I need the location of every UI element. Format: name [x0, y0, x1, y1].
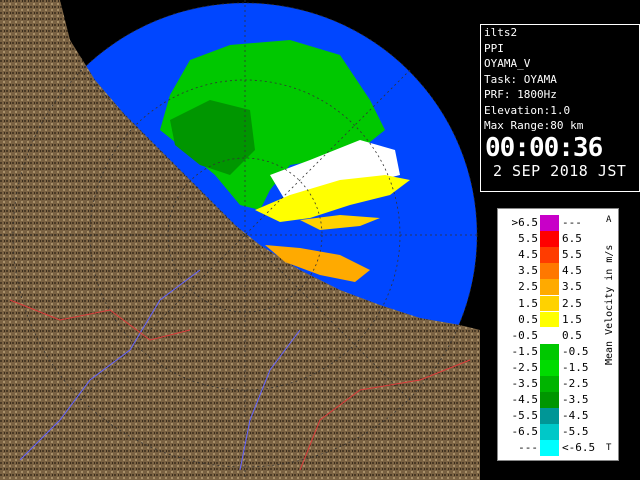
legend-row: 0.5 1.5: [498, 311, 618, 328]
legend-low-value: 2.5: [518, 280, 538, 294]
prf-label: PRF: 1800Hz: [484, 88, 557, 101]
legend-low-value: -6.5: [511, 425, 539, 439]
legend-color-swatch: [540, 311, 559, 328]
legend-low-value: -1.5: [511, 344, 539, 358]
legend-color-swatch: [540, 359, 559, 376]
product-name: ilts2: [484, 26, 518, 39]
site-name: OYAMA_V: [484, 57, 531, 70]
legend-color-swatch: [540, 408, 559, 424]
legend-low-value: -0.5: [511, 328, 539, 342]
legend-low-value: -3.5: [511, 377, 539, 390]
legend-high-value: 1.5: [562, 312, 582, 326]
legend-color-swatch: [540, 440, 559, 457]
elevation-label: Elevation:1.0: [484, 103, 571, 117]
legend-row: -4.5 -3.5: [498, 392, 618, 408]
legend-high-value: ---: [562, 216, 582, 229]
legend-high-value: 5.5: [562, 248, 582, 262]
legend-low-value: 0.5: [518, 312, 538, 326]
max-range-label: Max Range:80 km: [484, 119, 584, 132]
legend-low-value: -4.5: [511, 393, 539, 407]
legend-row: -3.5 -2.5: [498, 376, 618, 392]
scan-info-panel: ilts2 PPI OYAMA_V Task: OYAMA PRF: 1800H…: [480, 24, 640, 192]
legend-high-value: <-6.5: [562, 441, 596, 455]
legend-high-value: -1.5: [562, 360, 589, 374]
legend-low-value: 3.5: [518, 264, 538, 278]
legend-color-swatch: [540, 231, 559, 247]
legend-color-swatch: [540, 424, 559, 441]
legend-row: 2.5 3.5: [498, 279, 618, 296]
legend-high-value: -5.5: [562, 425, 589, 439]
legend-color-swatch: [540, 279, 559, 296]
legend-high-value: -4.5: [562, 409, 589, 423]
legend-color-swatch: [540, 215, 559, 231]
legend-row: 3.5 4.5: [498, 263, 618, 280]
velocity-legend: >6.5 --- 5.5 6.5 4.5 5.5 3.5 4.5 2.5 3.5 1.5 2.5 0.5…: [497, 208, 619, 461]
legend-row: -1.5 -0.5: [498, 343, 618, 360]
legend-high-value: 2.5: [562, 296, 582, 310]
scan-date: 2 SEP 2018 JST: [493, 161, 627, 180]
legend-color-swatch: [540, 376, 559, 392]
legend-color-swatch: [540, 247, 559, 263]
legend-corner-top: A: [606, 215, 612, 225]
legend-low-value: -5.5: [511, 409, 539, 423]
legend-row: --- <-6.5: [498, 440, 618, 457]
radar-map[interactable]: [0, 0, 480, 480]
legend-row: -2.5 -1.5: [498, 359, 618, 376]
legend-high-value: -0.5: [562, 344, 589, 358]
legend-color-swatch: [540, 343, 559, 360]
legend-high-value: -2.5: [562, 377, 589, 390]
legend-row: -0.5 0.5: [498, 327, 618, 344]
legend-row: 5.5 6.5: [498, 231, 618, 247]
legend-title: A Mean Velocity in m/s T: [604, 215, 618, 455]
legend-corner-bottom: T: [606, 443, 612, 453]
legend-row: 1.5 2.5: [498, 295, 618, 312]
legend-row: >6.5 ---: [498, 215, 618, 231]
legend-low-value: 4.5: [518, 248, 538, 262]
legend-low-value: ---: [518, 441, 538, 455]
legend-low-value: -2.5: [511, 360, 539, 374]
legend-high-value: 4.5: [562, 264, 582, 278]
task-label: Task: OYAMA: [484, 72, 557, 86]
legend-low-value: 5.5: [518, 232, 538, 246]
legend-color-swatch: [540, 295, 559, 312]
legend-high-value: 6.5: [562, 232, 582, 246]
legend-title-text: Mean Velocity in m/s: [604, 244, 615, 365]
scan-time: 00:00:36: [485, 132, 603, 163]
legend-row: -6.5 -5.5: [498, 424, 618, 441]
scan-type: PPI: [484, 41, 504, 55]
legend-low-value: 1.5: [518, 296, 538, 310]
legend-color-swatch: [540, 327, 559, 344]
legend-high-value: 0.5: [562, 328, 582, 342]
legend-color-swatch: [540, 392, 559, 408]
legend-row: -5.5 -4.5: [498, 408, 618, 424]
legend-high-value: 3.5: [562, 280, 582, 294]
legend-low-value: >6.5: [511, 216, 539, 229]
legend-row: 4.5 5.5: [498, 247, 618, 263]
legend-high-value: -3.5: [562, 393, 589, 407]
legend-color-swatch: [540, 263, 559, 280]
